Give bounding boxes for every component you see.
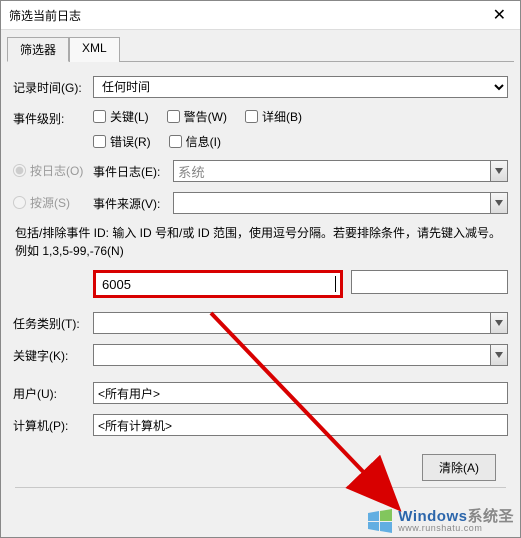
chevron-down-icon bbox=[495, 200, 503, 206]
row-event-id bbox=[13, 270, 508, 298]
id-help-text: 包括/排除事件 ID: 输入 ID 号和/或 ID 范围，使用逗号分隔。若要排除… bbox=[15, 224, 506, 260]
chk-warning[interactable]: 警告(W) bbox=[167, 108, 227, 125]
row-logged: 记录时间(G): 任何时间 bbox=[13, 76, 508, 98]
windows-logo-icon bbox=[366, 509, 394, 533]
radio-bylog-input[interactable] bbox=[13, 164, 26, 177]
row-level: 事件级别: 关键(L) 警告(W) 详细( bbox=[13, 108, 508, 150]
chevron-down-icon bbox=[495, 168, 503, 174]
radio-bylog-label: 按日志(O) bbox=[30, 162, 83, 179]
tab-xml-label: XML bbox=[82, 41, 107, 55]
row-computer: 计算机(P): bbox=[13, 414, 508, 436]
keywords-input[interactable] bbox=[93, 344, 490, 366]
watermark: Windows系统圣 www.runshatu.com bbox=[366, 509, 514, 533]
tab-filter-label: 筛选器 bbox=[20, 43, 56, 57]
logged-select[interactable]: 任何时间 bbox=[93, 76, 508, 98]
chk-warning-box[interactable] bbox=[167, 110, 180, 123]
event-id-extra-box[interactable] bbox=[351, 270, 508, 294]
eventlog-dropdown-btn[interactable] bbox=[490, 160, 508, 182]
chk-critical-box[interactable] bbox=[93, 110, 106, 123]
titlebar: 筛选当前日志 ✕ bbox=[1, 1, 520, 30]
label-level: 事件级别: bbox=[13, 108, 93, 127]
eventsource-combo[interactable] bbox=[173, 192, 508, 214]
taskcat-input[interactable] bbox=[93, 312, 490, 334]
radio-bysource-label: 按源(S) bbox=[30, 194, 70, 211]
chk-error-label: 错误(R) bbox=[110, 133, 151, 150]
close-icon[interactable]: ✕ bbox=[487, 5, 512, 25]
eventlog-input[interactable] bbox=[173, 160, 490, 182]
watermark-main: Windows系统圣 bbox=[398, 509, 514, 524]
watermark-sub: www.runshatu.com bbox=[398, 524, 514, 533]
eventlog-combo[interactable] bbox=[173, 160, 508, 182]
chk-error-box[interactable] bbox=[93, 135, 106, 148]
radio-bylog[interactable]: 按日志(O) bbox=[13, 162, 83, 179]
user-input[interactable] bbox=[93, 382, 508, 404]
text-cursor bbox=[335, 276, 336, 292]
dialog-window: 筛选当前日志 ✕ 筛选器 XML 记录时间(G): 任何时间 事件级别: bbox=[0, 0, 521, 538]
taskcat-combo[interactable] bbox=[93, 312, 508, 334]
label-taskcat: 任务类别(T): bbox=[13, 315, 93, 332]
event-id-input-wrap[interactable] bbox=[93, 270, 343, 298]
radio-bysource-input[interactable] bbox=[13, 196, 26, 209]
chk-info-box[interactable] bbox=[169, 135, 182, 148]
clear-button[interactable]: 清除(A) bbox=[422, 454, 496, 481]
computer-input[interactable] bbox=[93, 414, 508, 436]
row-bylog: 按日志(O) 事件日志(E): bbox=[13, 160, 508, 182]
chk-warning-label: 警告(W) bbox=[184, 108, 227, 125]
label-user: 用户(U): bbox=[13, 385, 93, 402]
label-eventlog: 事件日志(E): bbox=[93, 163, 167, 180]
tab-filter[interactable]: 筛选器 bbox=[7, 37, 69, 62]
radio-bysource[interactable]: 按源(S) bbox=[13, 194, 70, 211]
taskcat-dropdown-btn[interactable] bbox=[490, 312, 508, 334]
chevron-down-icon bbox=[495, 352, 503, 358]
keywords-dropdown-btn[interactable] bbox=[490, 344, 508, 366]
footer-buttons: 清除(A) bbox=[13, 446, 508, 481]
label-logged: 记录时间(G): bbox=[13, 79, 93, 96]
chk-verbose-box[interactable] bbox=[245, 110, 258, 123]
label-keywords: 关键字(K): bbox=[13, 347, 93, 364]
chk-verbose-label: 详细(B) bbox=[262, 108, 302, 125]
chk-verbose[interactable]: 详细(B) bbox=[245, 108, 302, 125]
chevron-down-icon bbox=[495, 320, 503, 326]
row-taskcat: 任务类别(T): bbox=[13, 312, 508, 334]
keywords-combo[interactable] bbox=[93, 344, 508, 366]
tab-strip: 筛选器 XML bbox=[7, 36, 514, 62]
level-grid: 关键(L) 警告(W) 详细(B) bbox=[93, 108, 320, 150]
chk-info-label: 信息(I) bbox=[186, 133, 221, 150]
eventsource-dropdown-btn[interactable] bbox=[490, 192, 508, 214]
row-bysource: 按源(S) 事件来源(V): bbox=[13, 192, 508, 214]
row-keywords: 关键字(K): bbox=[13, 344, 508, 366]
chk-critical-label: 关键(L) bbox=[110, 108, 149, 125]
divider bbox=[15, 487, 506, 488]
tab-xml[interactable]: XML bbox=[69, 37, 120, 62]
clear-button-label: 清除(A) bbox=[439, 461, 479, 475]
chk-critical[interactable]: 关键(L) bbox=[93, 108, 149, 125]
window-title: 筛选当前日志 bbox=[9, 7, 81, 24]
event-id-input[interactable] bbox=[100, 276, 336, 293]
form-area: 记录时间(G): 任何时间 事件级别: 关键(L) bbox=[1, 62, 520, 488]
chk-error[interactable]: 错误(R) bbox=[93, 133, 151, 150]
label-computer: 计算机(P): bbox=[13, 417, 93, 434]
eventsource-input[interactable] bbox=[173, 192, 490, 214]
chk-info[interactable]: 信息(I) bbox=[169, 133, 221, 150]
row-user: 用户(U): bbox=[13, 382, 508, 404]
label-eventsource: 事件来源(V): bbox=[93, 195, 167, 212]
